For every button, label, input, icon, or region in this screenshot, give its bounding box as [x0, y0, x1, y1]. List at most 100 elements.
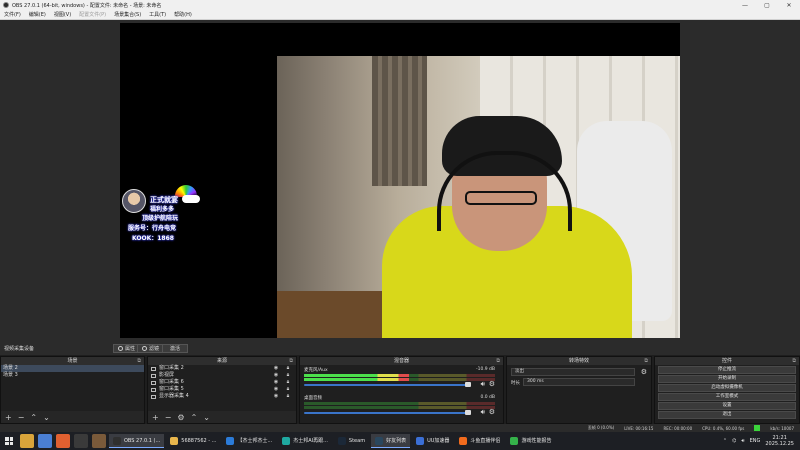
taskbar-item[interactable]: 【杰士邦杰士...	[222, 434, 276, 448]
move-down-icon[interactable]: ⌄	[203, 413, 210, 422]
properties-label: 属性	[125, 346, 136, 352]
app-icon[interactable]	[56, 434, 70, 448]
overlay-banner: 正式就宴 福利多多 顶级护航陪玩 服务号：行舟电竞 KOOK：1868	[120, 183, 215, 253]
remove-icon[interactable]: −	[18, 413, 25, 422]
taskbar-item[interactable]: 56887562 - ...	[166, 434, 220, 448]
chevron-up-icon[interactable]: ⌃	[723, 438, 727, 444]
clock[interactable]: 21:21 2025.12.25	[765, 435, 794, 447]
remove-icon[interactable]: −	[165, 413, 172, 422]
eye-icon[interactable]: ◉	[271, 386, 281, 393]
gear-icon[interactable]: ⚙	[489, 380, 495, 388]
transition-select[interactable]: 淡出	[511, 368, 635, 376]
undock-icon[interactable]: ⧉	[289, 357, 293, 365]
status-bar: 丢帧 0 (0.0%) LIVE: 00:16:15 REC: 00:00:00…	[0, 424, 800, 432]
taskbar-item[interactable]: Steam	[334, 434, 369, 448]
minimize-icon[interactable]: —	[734, 0, 756, 10]
volume-meter	[304, 406, 495, 409]
app-icon[interactable]	[20, 434, 34, 448]
app-icon	[416, 436, 425, 445]
menu-help[interactable]: 帮助(H)	[170, 11, 196, 18]
app-icon[interactable]	[92, 434, 106, 448]
taskbar-item-label: 【杰士邦杰士...	[237, 438, 273, 444]
source-label: 显示器采集 4	[159, 393, 189, 399]
speaker-icon[interactable]: 🔊︎	[741, 438, 744, 444]
taskbar-item[interactable]: UU加速器	[412, 434, 453, 448]
source-item[interactable]: 窗口采集 6 ◉ 🔒︎	[148, 379, 296, 386]
menu-tools[interactable]: 工具(T)	[145, 11, 170, 18]
volume-slider[interactable]	[304, 384, 471, 386]
app-icon	[375, 436, 384, 445]
volume-slider-handle[interactable]	[464, 410, 471, 415]
app-icon[interactable]	[74, 434, 88, 448]
speaker-icon[interactable]: 🔊︎	[481, 408, 485, 417]
eye-icon[interactable]: ◉	[271, 393, 281, 400]
menu-edit[interactable]: 编辑(E)	[25, 11, 50, 18]
source-label: 影视屏	[159, 372, 175, 378]
lock-icon[interactable]: 🔒︎	[283, 393, 293, 400]
language-indicator[interactable]: ENG	[750, 438, 761, 444]
source-item[interactable]: 窗口采集 5 ◉ 🔒︎	[148, 386, 296, 393]
taskbar-item-label: 好友列表	[386, 438, 407, 444]
close-icon[interactable]: ✕	[778, 0, 800, 10]
scene-item[interactable]: 场景 3	[1, 372, 144, 379]
taskbar-item[interactable]: 好友列表	[371, 434, 411, 448]
maximize-icon[interactable]: ▢	[756, 0, 778, 10]
controls-body: 停止推流 开始录制 启动虚拟摄像机 工作室模式 设置 退出	[655, 365, 799, 423]
eye-icon[interactable]: ◉	[271, 365, 281, 372]
windows-icon	[5, 437, 13, 445]
activate-button[interactable]: 激活	[162, 344, 188, 353]
stop-streaming-button[interactable]: 停止推流	[658, 366, 796, 374]
menu-profile[interactable]: 配置文件(P)	[75, 11, 110, 18]
start-button[interactable]	[0, 432, 18, 450]
app-icon	[113, 436, 121, 445]
speaker-icon[interactable]: 🔊︎	[481, 380, 485, 389]
gear-icon[interactable]: ⚙	[177, 413, 184, 422]
lock-icon[interactable]: 🔒︎	[283, 386, 293, 393]
window-controls: — ▢ ✕	[734, 0, 800, 10]
volume-slider[interactable]	[304, 412, 471, 414]
overlay-line-4: 服务号：行舟电竞	[128, 225, 177, 232]
scene-item[interactable]: 场景 2	[1, 365, 144, 372]
source-item[interactable]: 影视屏 ◉ 🔒︎	[148, 372, 296, 379]
menu-file[interactable]: 文件(F)	[0, 11, 25, 18]
filters-button[interactable]: 滤镜	[137, 344, 165, 353]
clock-date: 2025.12.25	[765, 441, 794, 447]
lock-icon[interactable]: 🔒︎	[283, 372, 293, 379]
start-recording-button[interactable]: 开始录制	[658, 375, 796, 383]
preview-canvas[interactable]: 正式就宴 福利多多 顶级护航陪玩 服务号：行舟电竞 KOOK：1868	[120, 23, 680, 338]
properties-button[interactable]: 属性	[113, 344, 141, 353]
studio-mode-button[interactable]: 工作室模式	[658, 393, 796, 401]
taskbar-item[interactable]: 杰士邦AI再跟...	[278, 434, 332, 448]
eye-icon[interactable]: ◉	[271, 372, 281, 379]
menu-view[interactable]: 视图(V)	[50, 11, 75, 18]
move-up-icon[interactable]: ⌃	[191, 413, 198, 422]
lock-icon[interactable]: 🔒︎	[283, 379, 293, 386]
exit-button[interactable]: 退出	[658, 411, 796, 419]
menu-scene-collection[interactable]: 场景集合(S)	[110, 11, 145, 18]
settings-button[interactable]: 设置	[658, 402, 796, 410]
undock-icon[interactable]: ⧉	[792, 357, 796, 365]
taskbar-item[interactable]: OBS 27.0.1 (...	[109, 434, 165, 448]
network-icon[interactable]: ⌬	[732, 438, 736, 444]
transitions-dock: 转场特效 ⧉ 淡出 ⚙ 时长 300 ms	[506, 356, 652, 424]
source-item[interactable]: 显示器采集 4 ◉ 🔒︎	[148, 393, 296, 400]
lock-icon[interactable]: 🔒︎	[283, 365, 293, 372]
undock-icon[interactable]: ⧉	[137, 357, 141, 365]
add-icon[interactable]: +	[5, 413, 12, 422]
app-icon[interactable]	[38, 434, 52, 448]
taskbar-item[interactable]: 斗鱼直播伴侣	[455, 434, 504, 448]
eye-icon[interactable]: ◉	[271, 379, 281, 386]
source-item[interactable]: 窗口采集 2 ◉ 🔒︎	[148, 365, 296, 372]
duration-input[interactable]: 300 ms	[523, 378, 635, 386]
start-virtual-camera-button[interactable]: 启动虚拟摄像机	[658, 384, 796, 392]
gear-icon[interactable]: ⚙	[641, 368, 647, 376]
taskbar-item[interactable]: 游戏性能报告	[506, 434, 555, 448]
volume-slider-handle[interactable]	[464, 382, 471, 387]
move-down-icon[interactable]: ⌄	[43, 413, 50, 422]
add-icon[interactable]: +	[152, 413, 159, 422]
gear-icon	[118, 346, 123, 351]
undock-icon[interactable]: ⧉	[644, 357, 648, 365]
gear-icon[interactable]: ⚙	[489, 408, 495, 416]
undock-icon[interactable]: ⧉	[496, 357, 500, 365]
move-up-icon[interactable]: ⌃	[30, 413, 37, 422]
